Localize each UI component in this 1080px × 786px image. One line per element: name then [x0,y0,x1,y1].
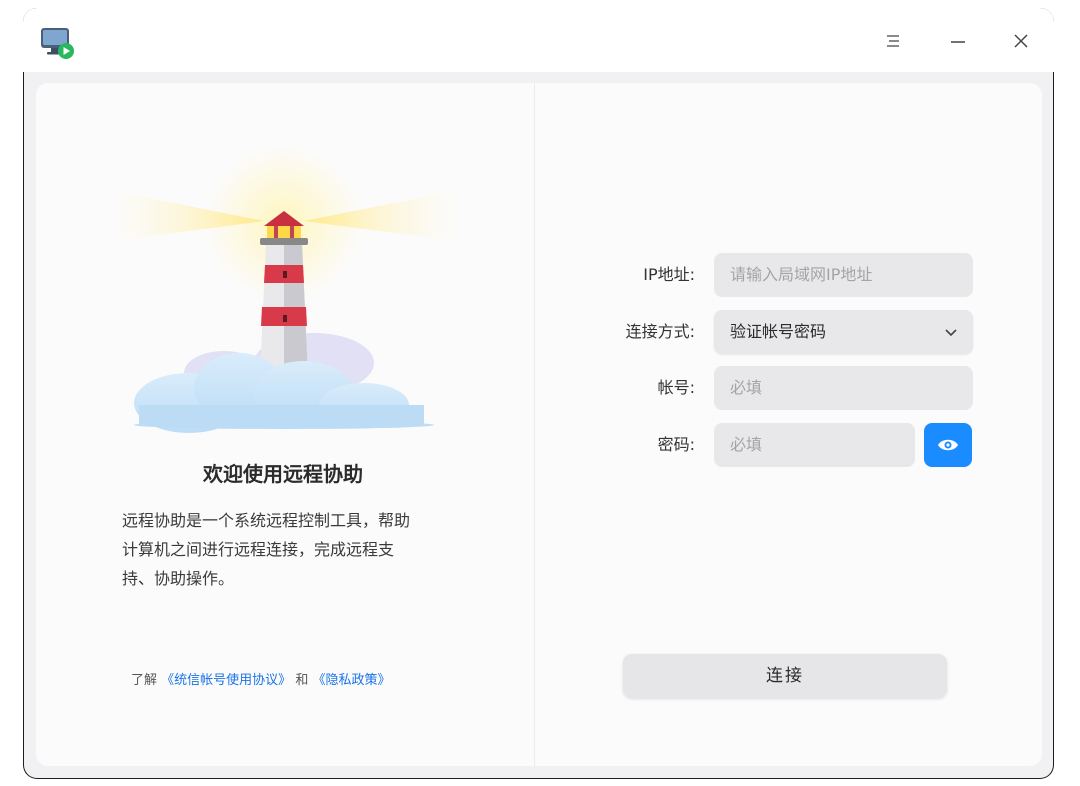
chevron-down-icon [945,329,957,337]
agreement-text: 了解 《统信帐号使用协议》 和 《隐私政策》 [131,669,390,688]
welcome-description: 远程协助是一个系统远程控制工具，帮助 计算机之间进行远程连接，完成远程支 持、协… [122,506,462,593]
method-label: 连接方式: [625,322,695,341]
close-button[interactable] [1006,26,1036,56]
ip-label: IP地址: [643,265,695,284]
minimize-button[interactable] [943,26,973,56]
account-input[interactable] [714,366,973,410]
connect-button[interactable]: 连接 [623,654,947,698]
welcome-title: 欢迎使用远程协助 [203,462,363,486]
connection-method-value: 验证帐号密码 [730,322,827,341]
description-line: 计算机之间进行远程连接，完成远程支 [122,540,395,559]
menu-icon [887,35,899,47]
title-bar [23,8,1054,72]
account-label: 帐号: [657,378,695,397]
ip-input[interactable] [714,253,973,297]
description-line: 持、协助操作。 [122,569,235,588]
remote-desktop-icon [41,28,74,59]
privacy-policy-link[interactable]: 《隐私政策》 [312,673,390,688]
main-content: 欢迎使用远程协助 远程协助是一个系统远程控制工具，帮助 计算机之间进行远程连接，… [36,83,1042,766]
user-agreement-link[interactable]: 《统信帐号使用协议》 [161,673,291,688]
connection-form: IP地址: 连接方式: 验证帐号密码 帐号: 密码: 连接 [535,83,1042,766]
app-window: 欢迎使用远程协助 远程协助是一个系统远程控制工具，帮助 计算机之间进行远程连接，… [23,8,1054,779]
password-input[interactable] [714,423,915,467]
show-password-button[interactable] [924,423,972,467]
minimize-icon [951,41,965,43]
eye-icon [938,439,958,451]
close-icon [1014,34,1028,48]
description-line: 远程协助是一个系统远程控制工具，帮助 [122,511,411,530]
lighthouse-illustration [114,143,454,433]
agreement-prefix: 了解 [131,673,158,688]
connection-method-select[interactable]: 验证帐号密码 [714,310,973,354]
welcome-pane: 欢迎使用远程协助 远程协助是一个系统远程控制工具，帮助 计算机之间进行远程连接，… [36,83,534,766]
password-label: 密码: [657,435,695,454]
menu-button[interactable] [878,26,908,56]
agreement-and: 和 [295,673,309,688]
